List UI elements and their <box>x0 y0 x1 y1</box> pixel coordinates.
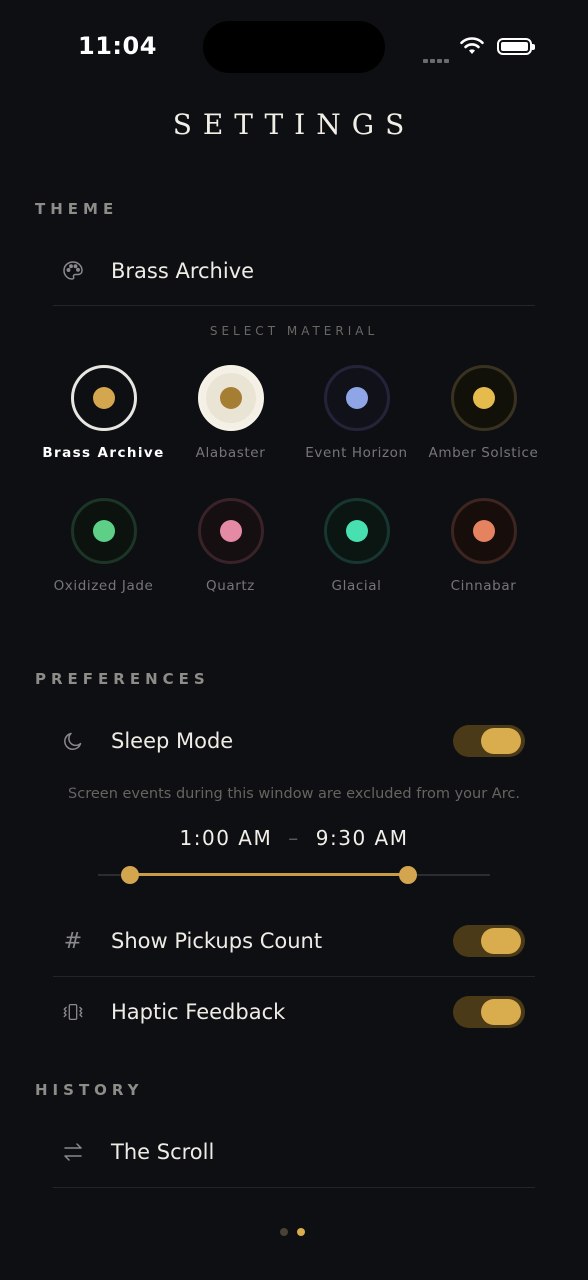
select-material-label: SELECT MATERIAL <box>209 324 379 338</box>
sleep-start-handle[interactable] <box>121 866 139 884</box>
status-time: 11:04 <box>78 32 157 60</box>
swatch-ring <box>197 365 264 431</box>
swatch-ring <box>450 365 517 431</box>
haptic-feedback-toggle[interactable] <box>453 996 525 1028</box>
cellular-signal-icon <box>423 48 451 67</box>
moon-icon <box>61 729 85 753</box>
vibrate-icon <box>61 1000 85 1024</box>
swatch-ring <box>323 498 390 564</box>
section-label-preferences: PREFERENCES <box>35 670 210 688</box>
material-swatch-oxidized-jade[interactable]: Oxidized Jade <box>40 498 167 594</box>
swatch-ring <box>70 365 137 431</box>
swatch-dot <box>219 387 242 409</box>
page-dot-active[interactable] <box>297 1228 305 1236</box>
swatch-dot <box>345 520 368 542</box>
battery-icon <box>497 38 535 55</box>
show-pickups-toggle[interactable] <box>453 925 525 957</box>
swatch-name: Glacial <box>331 578 382 594</box>
section-label-theme: THEME <box>35 200 119 218</box>
material-swatch-quartz[interactable]: Quartz <box>167 498 294 594</box>
swatch-name: Brass Archive <box>42 445 165 461</box>
palette-icon <box>61 259 85 283</box>
swatch-dot <box>472 520 495 542</box>
dynamic-island <box>203 21 385 73</box>
arrows-swap-icon <box>61 1140 85 1164</box>
material-swatch-cinnabar[interactable]: Cinnabar <box>420 498 547 594</box>
swatch-name: Cinnabar <box>450 578 517 594</box>
the-scroll-label: The Scroll <box>111 1140 215 1164</box>
material-swatch-glacial[interactable]: Glacial <box>293 498 420 594</box>
swatch-name: Amber Solstice <box>428 445 539 461</box>
sleep-range-fill <box>130 873 408 876</box>
swatch-ring <box>450 498 517 564</box>
divider <box>53 305 535 306</box>
sleep-end-handle[interactable] <box>399 866 417 884</box>
swatch-name: Event Horizon <box>305 445 408 461</box>
hash-icon: # <box>63 928 83 954</box>
show-pickups-label: Show Pickups Count <box>111 929 323 953</box>
haptic-feedback-row: Haptic Feedback <box>53 977 535 1047</box>
section-label-history: HISTORY <box>35 1081 144 1099</box>
swatch-dot <box>219 520 242 542</box>
swatch-name: Quartz <box>206 578 255 594</box>
sleep-window-times: 1:00 AM –9:30 AM <box>0 826 588 850</box>
toggle-knob <box>481 728 521 754</box>
swatch-dot <box>345 387 368 409</box>
toggle-knob <box>481 928 521 954</box>
sleep-start-time[interactable]: 1:00 AM <box>180 826 273 850</box>
wifi-icon <box>459 36 485 60</box>
swatch-name: Alabaster <box>195 445 266 461</box>
sleep-mode-label: Sleep Mode <box>111 729 234 753</box>
sleep-mode-toggle[interactable] <box>453 725 525 757</box>
swatch-name: Oxidized Jade <box>53 578 154 594</box>
show-pickups-row: # Show Pickups Count <box>53 906 535 976</box>
sleep-mode-row: Sleep Mode <box>53 706 535 776</box>
material-swatch-amber-solstice[interactable]: Amber Solstice <box>420 365 547 461</box>
page-indicator <box>280 1221 314 1240</box>
swatch-dot <box>92 387 115 409</box>
swatch-dot <box>92 520 115 542</box>
sleep-end-time[interactable]: 9:30 AM <box>316 826 409 850</box>
toggle-knob <box>481 999 521 1025</box>
swatch-ring <box>70 498 137 564</box>
swatch-dot <box>472 387 495 409</box>
divider <box>53 1187 535 1188</box>
haptic-feedback-label: Haptic Feedback <box>111 1000 286 1024</box>
the-scroll-row[interactable]: The Scroll <box>53 1117 535 1187</box>
material-swatch-alabaster[interactable]: Alabaster <box>167 365 294 461</box>
material-swatch-event-horizon[interactable]: Event Horizon <box>293 365 420 461</box>
swatch-ring <box>323 365 390 431</box>
current-theme-row[interactable]: Brass Archive <box>53 236 535 306</box>
page-title: SETTINGS <box>172 108 416 141</box>
time-separator: – <box>288 826 300 850</box>
material-swatch-brass-archive[interactable]: Brass Archive <box>40 365 167 461</box>
page-dot[interactable] <box>280 1228 288 1236</box>
swatch-ring <box>197 498 264 564</box>
sleep-window-note: Screen events during this window are exc… <box>68 786 520 802</box>
current-theme-label: Brass Archive <box>111 259 255 283</box>
